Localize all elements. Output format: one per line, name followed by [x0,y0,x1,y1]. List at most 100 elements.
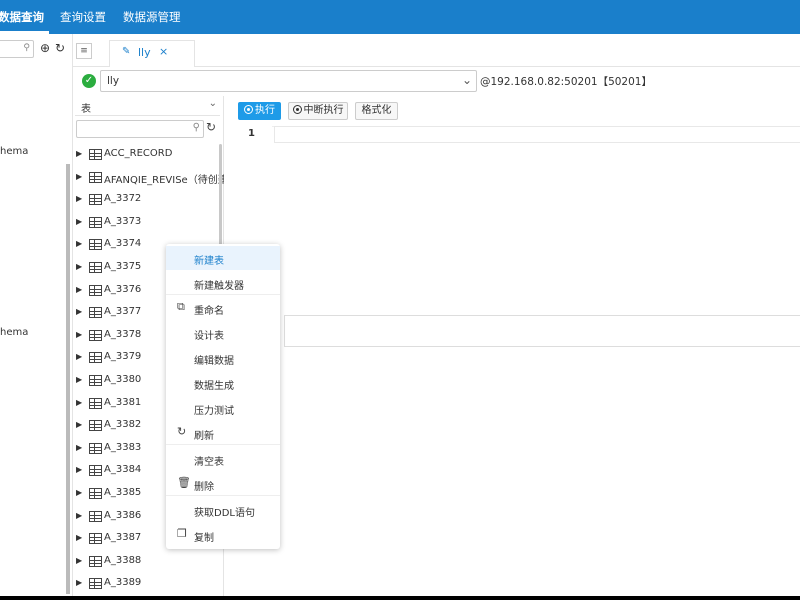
expand-arrow-icon[interactable]: ▶ [76,330,82,339]
expand-arrow-icon[interactable]: ▶ [76,285,82,294]
expand-arrow-icon[interactable]: ▶ [76,172,82,181]
table-icon [89,420,102,431]
search-icon: ⚲ [23,43,30,53]
locate-icon[interactable]: ⊕ [38,41,52,55]
table-list-item[interactable]: ▶ A_3389 [73,573,219,595]
table-icon [89,194,102,205]
run-button[interactable]: 执行 [238,102,281,120]
table-name: A_3385 [104,487,142,498]
search-icon: ⚲ [192,122,200,133]
context-menu-item[interactable]: ↻ 刷新 [166,421,280,445]
table-icon [89,398,102,409]
editor-toolbar: 执行 中断执行 格式化 [224,96,800,127]
table-icon [89,285,102,296]
context-menu: 新建表新建触发器 ⧉ 重命名 设计表 编辑数据 数据生成压力测试 ↻ 刷新 清空表 🗑 删除获取DD… [166,244,280,549]
context-menu-item[interactable]: ⧉ 重命名 [166,296,280,320]
context-menu-item[interactable]: ❐ 复制 [166,523,280,547]
table-name: A_3377 [104,306,142,317]
schema-label-1[interactable]: hema [0,146,28,157]
object-type-label: 表 [81,104,91,115]
table-name: AFANQIE_REVISe（待创建） [104,175,238,186]
table-name: A_3375 [104,261,142,272]
connection-select[interactable]: lly ⌄ [100,70,477,92]
context-menu-item[interactable]: 清空表 [166,447,280,471]
schema-search-input[interactable]: ⚲ [0,40,34,58]
context-menu-item[interactable]: 设计表 [166,321,280,345]
line-number: 1 [248,128,255,139]
table-name: A_3383 [104,442,142,453]
expand-arrow-icon[interactable]: ▶ [76,443,82,452]
expand-arrow-icon[interactable]: ▶ [76,149,82,158]
code-input-line[interactable] [274,126,800,143]
expand-arrow-icon[interactable]: ▶ [76,488,82,497]
copy-icon: ❐ [177,527,187,540]
schema-scrollbar[interactable] [66,164,70,594]
expand-arrow-icon[interactable]: ▶ [76,194,82,203]
object-type-select[interactable]: 表 ⌄ [75,97,220,116]
table-list-item[interactable]: ▶ A_3388 [73,551,219,573]
expand-arrow-icon[interactable]: ▶ [76,533,82,542]
stop-button[interactable]: 中断执行 [288,102,348,120]
context-menu-item[interactable]: 新建触发器 [166,271,280,295]
table-name: A_3373 [104,216,142,227]
expand-arrow-icon[interactable]: ▶ [76,239,82,248]
expand-arrow-icon[interactable]: ▶ [76,398,82,407]
stop-icon [292,105,302,114]
table-list-scrollbar[interactable] [219,144,222,256]
context-menu-item[interactable]: 压力测试 [166,396,280,420]
expand-arrow-icon[interactable]: ▶ [76,578,82,587]
expand-arrow-icon[interactable]: ▶ [76,465,82,474]
context-menu-item[interactable]: 编辑数据 [166,346,280,370]
expand-arrow-icon[interactable]: ▶ [76,217,82,226]
close-icon[interactable]: × [159,45,168,58]
table-icon [89,172,102,183]
schema-label-2[interactable]: hema [0,327,28,338]
table-list-item[interactable]: ▶ A_3373 [73,212,219,234]
context-menu-item-label: 重命名 [194,306,224,317]
table-list-item[interactable]: ▶ ACC_RECORD [73,144,219,166]
expand-arrow-icon[interactable]: ▶ [76,307,82,316]
sql-editor: 执行 中断执行 格式化 1 [224,96,800,596]
table-icon [89,239,102,250]
context-menu-item-label: 删除 [194,482,214,493]
connection-selected-value: lly [107,75,120,87]
context-menu-item[interactable]: 数据生成 [166,371,280,395]
context-menu-item[interactable]: 新建表 [166,246,280,270]
context-menu-item[interactable]: 🗑 删除 [166,472,280,496]
context-menu-item-label: 获取DDL语句 [194,508,255,519]
table-list-item[interactable]: ▶ A_3372 [73,189,219,211]
connection-status-icon: ✓ [82,74,96,88]
table-icon [89,307,102,318]
table-icon [89,217,102,228]
context-menu-item[interactable]: 获取DDL语句 [166,498,280,522]
table-name: A_3386 [104,510,142,521]
tab-query-lly[interactable]: ✎ lly × [109,40,195,67]
tab-label: lly [138,46,151,59]
nav-datasource-management[interactable]: 数据源管理 [123,0,181,34]
nav-data-query[interactable]: 数据查询 [0,0,44,34]
refresh-icon[interactable]: ↻ [206,120,216,134]
expand-arrow-icon[interactable]: ▶ [76,352,82,361]
format-button[interactable]: 格式化 [355,102,398,120]
context-menu-item-label: 新建表 [194,256,224,267]
table-search-input[interactable]: ⚲ [76,120,204,138]
context-menu-item-label: 压力测试 [194,406,234,417]
table-name: A_3376 [104,284,142,295]
table-name: A_3378 [104,329,142,340]
expand-arrow-icon[interactable]: ▶ [76,511,82,520]
expand-arrow-icon[interactable]: ▶ [76,420,82,429]
toggle-sidebar-icon[interactable]: ≡ [76,43,92,59]
table-icon [89,262,102,273]
expand-arrow-icon[interactable]: ▶ [76,375,82,384]
table-icon [89,465,102,476]
table-name: A_3382 [104,419,142,430]
refresh-icon[interactable]: ↻ [53,41,67,55]
table-list-item[interactable]: ▶ AFANQIE_REVISe（待创建） [73,167,238,189]
nav-query-settings[interactable]: 查询设置 [60,0,106,34]
table-icon [89,578,102,589]
context-menu-item-label: 复制 [194,533,214,544]
expand-arrow-icon[interactable]: ▶ [76,262,82,271]
expand-arrow-icon[interactable]: ▶ [76,556,82,565]
table-name: A_3389 [104,577,142,588]
table-name: ACC_RECORD [104,148,173,159]
